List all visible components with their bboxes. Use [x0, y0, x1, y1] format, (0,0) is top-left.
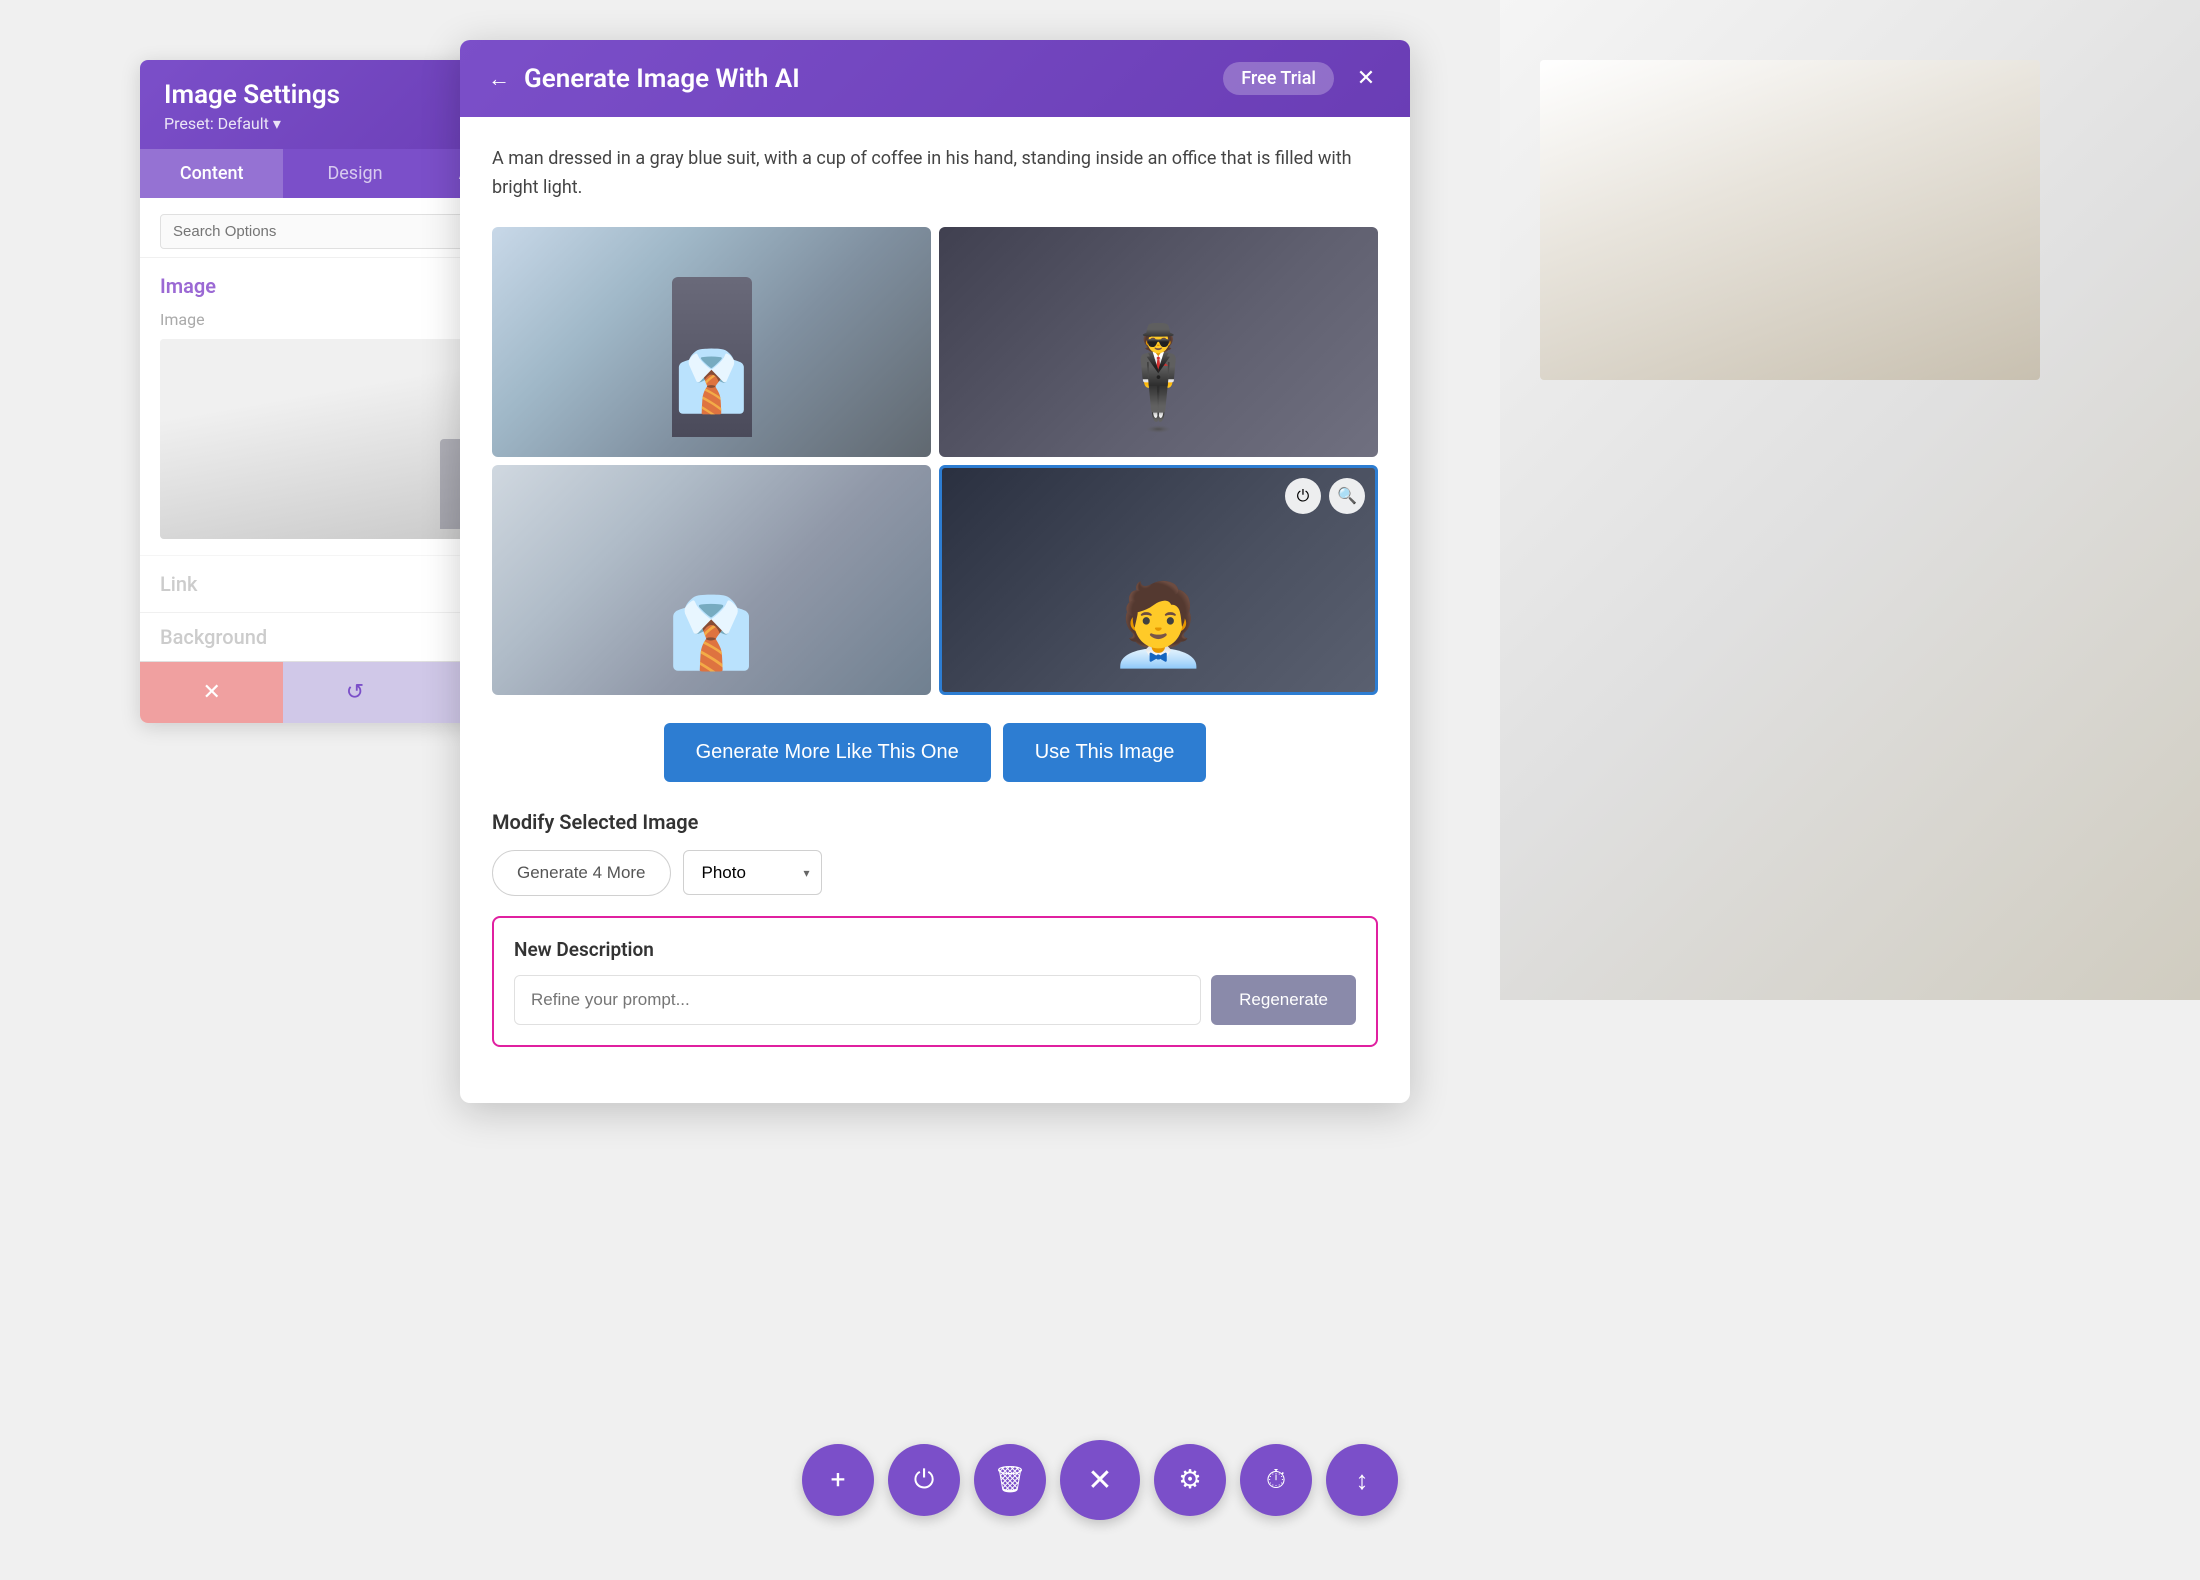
sort-icon: ↕ [1356, 1465, 1369, 1496]
tab-design[interactable]: Design [283, 149, 426, 198]
modify-title: Modify Selected Image [492, 810, 1378, 834]
panel-subtitle: Preset: Default ▾ [164, 114, 340, 133]
modal-description: A man dressed in a gray blue suit, with … [492, 145, 1378, 203]
image-grid: ⏻ 🔍 [492, 227, 1378, 695]
free-trial-badge[interactable]: Free Trial [1223, 62, 1334, 95]
regenerate-button[interactable]: Regenerate [1211, 975, 1356, 1025]
gear-button[interactable]: ⚙ [1154, 1444, 1226, 1516]
cancel-icon: ✕ [202, 680, 220, 705]
modify-section: Modify Selected Image Generate 4 More Ph… [492, 810, 1378, 896]
clock-icon: ⏱ [1266, 1465, 1286, 1496]
modal-header-left: ← Generate Image With AI [488, 64, 800, 94]
reset-button[interactable]: ↺ [283, 662, 426, 723]
new-desc-title: New Description [514, 938, 1356, 961]
tab-content[interactable]: Content [140, 149, 283, 198]
sort-button[interactable]: ↕ [1326, 1444, 1398, 1516]
modal-body: A man dressed in a gray blue suit, with … [460, 117, 1410, 1103]
new-desc-input-row: Regenerate [514, 975, 1356, 1025]
grid-image-3[interactable] [492, 465, 931, 695]
bottom-toolbar: + ⏻ 🗑 ✕ ⚙ ⏱ ↕ [802, 1440, 1398, 1520]
gear-icon: ⚙ [1178, 1465, 1201, 1495]
modal-header-right: Free Trial ✕ [1223, 62, 1382, 95]
style-select-wrapper: Photo Illustration 3D Render Sketch ▾ [683, 850, 822, 895]
regenerate-icon[interactable]: ⏻ [1285, 478, 1321, 514]
add-button[interactable]: + [802, 1444, 874, 1516]
zoom-icon[interactable]: 🔍 [1329, 478, 1365, 514]
panel-title: Image Settings [164, 80, 340, 110]
generate-more-button[interactable]: Generate More Like This One [664, 723, 991, 782]
close-large-icon: ✕ [1087, 1463, 1112, 1498]
action-buttons: Generate More Like This One Use This Ima… [492, 723, 1378, 782]
chevron-down-icon: ▾ [273, 114, 281, 133]
modal-title: Generate Image With AI [524, 64, 800, 94]
back-icon[interactable]: ← [488, 66, 510, 92]
close-icon[interactable]: ✕ [1350, 63, 1382, 95]
use-image-button[interactable]: Use This Image [1003, 723, 1207, 782]
add-icon: + [831, 1465, 846, 1495]
panel-header-info: Image Settings Preset: Default ▾ [164, 80, 340, 133]
new-description-box: New Description Regenerate [492, 916, 1378, 1047]
generate-4-button[interactable]: Generate 4 More [492, 850, 671, 896]
grid-image-1[interactable] [492, 227, 931, 457]
power-icon: ⏻ [914, 1465, 935, 1496]
background-right-image [1500, 0, 2200, 1000]
grid-image-4[interactable]: ⏻ 🔍 [939, 465, 1378, 695]
trash-icon: 🗑 [993, 1465, 1026, 1495]
modal-header: ← Generate Image With AI Free Trial ✕ [460, 40, 1410, 117]
ai-modal: ← Generate Image With AI Free Trial ✕ A … [460, 40, 1410, 1103]
style-select[interactable]: Photo Illustration 3D Render Sketch [683, 850, 822, 895]
reset-icon: ↺ [346, 680, 364, 705]
power-button[interactable]: ⏻ [888, 1444, 960, 1516]
cancel-button[interactable]: ✕ [140, 662, 283, 723]
modify-row: Generate 4 More Photo Illustration 3D Re… [492, 850, 1378, 896]
overlay-icons: ⏻ 🔍 [1285, 478, 1365, 514]
grid-image-2[interactable] [939, 227, 1378, 457]
close-modal-button[interactable]: ✕ [1060, 1440, 1140, 1520]
history-button[interactable]: ⏱ [1240, 1444, 1312, 1516]
refine-prompt-input[interactable] [514, 975, 1201, 1025]
delete-button[interactable]: 🗑 [974, 1444, 1046, 1516]
